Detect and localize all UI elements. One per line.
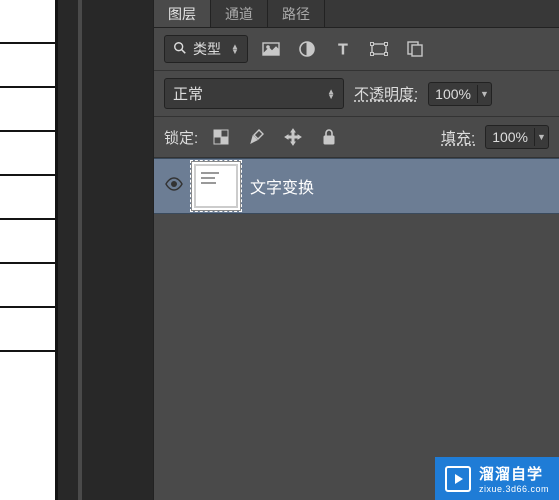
fill-input[interactable]: 100% ▼ (485, 125, 549, 149)
watermark: 溜溜自学 zixue.3d66.com (435, 457, 559, 500)
watermark-title: 溜溜自学 (479, 463, 549, 484)
opacity-input[interactable]: 100% ▼ (428, 82, 492, 106)
tab-layers[interactable]: 图层 (154, 0, 211, 27)
opacity-value: 100% (429, 83, 477, 105)
lock-position-icon[interactable] (280, 124, 306, 150)
layer-name[interactable]: 文字变换 (250, 174, 314, 198)
layers-panel: 图层 通道 路径 类型 ▲▼ T 正常 (153, 0, 559, 500)
opacity-label: 不透明度: (354, 83, 418, 104)
fill-label: 填充: (441, 127, 475, 148)
filter-type-label: 类型 (193, 39, 221, 59)
chevron-updown-icon: ▲▼ (231, 44, 239, 54)
blend-mode-dropdown[interactable]: 正常 ▲▼ (164, 78, 344, 109)
panel-tabs: 图层 通道 路径 (154, 0, 559, 28)
filter-type-text-icon[interactable]: T (330, 36, 356, 62)
layer-row[interactable]: 文字变换 (154, 158, 559, 214)
lock-fill-row: 锁定: 填充: 100% ▼ (154, 117, 559, 158)
tab-paths[interactable]: 路径 (268, 0, 325, 27)
svg-text:T: T (338, 41, 347, 57)
blend-mode-value: 正常 (173, 83, 203, 104)
filter-shape-icon[interactable] (366, 36, 392, 62)
layers-list: 文字变换 (154, 158, 559, 214)
lock-pixels-icon[interactable] (244, 124, 270, 150)
search-icon (173, 41, 187, 58)
lock-icons-group (208, 124, 342, 150)
lock-label: 锁定: (164, 127, 198, 148)
play-icon (445, 466, 471, 492)
blend-opacity-row: 正常 ▲▼ 不透明度: 100% ▼ (154, 71, 559, 117)
filter-smartobject-icon[interactable] (402, 36, 428, 62)
lock-all-icon[interactable] (316, 124, 342, 150)
fill-value: 100% (486, 126, 534, 148)
visibility-toggle[interactable] (154, 177, 194, 196)
chevron-updown-icon: ▲▼ (327, 89, 335, 99)
lock-transparency-icon[interactable] (208, 124, 234, 150)
workspace-background (58, 0, 153, 500)
chevron-down-icon: ▼ (534, 128, 548, 146)
filter-adjustment-icon[interactable] (294, 36, 320, 62)
canvas-ruler-edge (0, 0, 58, 500)
filter-pixel-icon[interactable] (258, 36, 284, 62)
layer-thumbnail[interactable] (194, 164, 238, 208)
filter-type-dropdown[interactable]: 类型 ▲▼ (164, 35, 248, 63)
chevron-down-icon: ▼ (477, 85, 491, 103)
eye-icon (164, 177, 184, 196)
filter-row: 类型 ▲▼ T (154, 28, 559, 71)
watermark-text: 溜溜自学 zixue.3d66.com (479, 463, 549, 494)
tab-channels[interactable]: 通道 (211, 0, 268, 27)
watermark-url: zixue.3d66.com (479, 484, 549, 494)
